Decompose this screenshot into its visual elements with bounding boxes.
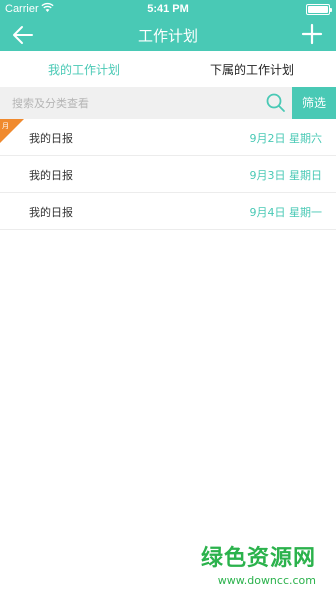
- month-badge-label: 月: [2, 122, 9, 130]
- list-item-label: 我的日报: [29, 169, 73, 182]
- list-item-date: 9月2日 星期六: [249, 132, 323, 145]
- list-item-date: 9月4日 星期一: [249, 206, 323, 219]
- watermark: 绿色资源网 www.downcc.com: [201, 540, 316, 587]
- list-item-label: 我的日报: [29, 206, 73, 219]
- tab-my-work-plan[interactable]: 我的工作计划: [0, 51, 168, 87]
- battery-icon: [306, 4, 332, 15]
- search-input[interactable]: 搜索及分类查看: [12, 95, 89, 111]
- watermark-title: 绿色资源网: [200, 546, 316, 571]
- search-bar[interactable]: 搜索及分类查看: [0, 87, 336, 119]
- add-icon[interactable]: [300, 22, 324, 46]
- tab-subordinate-work-plan[interactable]: 下属的工作计划: [168, 51, 336, 87]
- watermark-url: www.downcc.com: [217, 574, 316, 587]
- filter-button[interactable]: 筛选: [292, 87, 336, 119]
- nav-bar: 工作计划: [0, 18, 336, 51]
- page-title: 工作计划: [137, 27, 198, 45]
- tab-bar: 我的工作计划 下属的工作计划: [0, 51, 336, 87]
- search-icon[interactable]: [265, 92, 286, 113]
- list-item[interactable]: 我的日报 9月4日 星期一: [0, 193, 336, 230]
- report-list: 月 我的日报 9月2日 星期六 我的日报 9月3日 星期日 我的日报 9月4日 …: [0, 119, 336, 230]
- status-bar: Carrier 5:41 PM: [0, 0, 336, 18]
- list-item-date: 9月3日 星期日: [249, 169, 323, 182]
- list-item-label: 我的日报: [29, 132, 73, 145]
- list-item[interactable]: 月 我的日报 9月2日 星期六: [0, 119, 336, 156]
- list-item[interactable]: 我的日报 9月3日 星期日: [0, 156, 336, 193]
- clock: 5:41 PM: [147, 3, 189, 15]
